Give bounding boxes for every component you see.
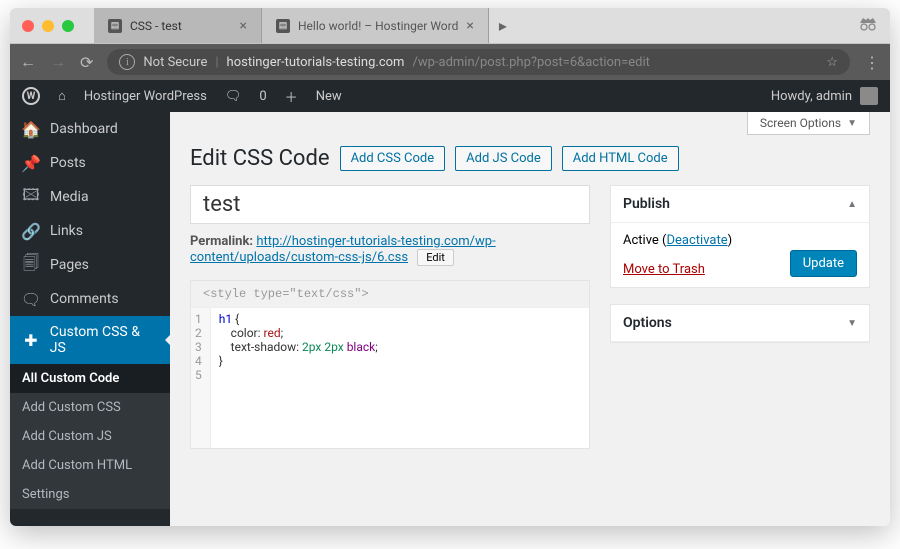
chevron-down-icon: ▼ xyxy=(847,118,857,129)
plus-circle-icon: ✚ xyxy=(22,331,40,349)
forward-button[interactable]: → xyxy=(50,52,66,72)
add-html-code-button[interactable]: Add HTML Code xyxy=(562,146,679,171)
submenu-add-js[interactable]: Add Custom JS xyxy=(10,422,170,451)
chevron-up-icon: ▲ xyxy=(847,199,857,210)
back-button[interactable]: ← xyxy=(20,52,36,72)
submenu-settings[interactable]: Settings xyxy=(10,480,170,509)
add-js-code-button[interactable]: Add JS Code xyxy=(455,146,552,171)
howdy-text[interactable]: Howdy, admin xyxy=(771,89,852,104)
page-title: Edit CSS Code xyxy=(190,146,330,171)
sidebar-item-custom-css-js[interactable]: ✚ Custom CSS & JS xyxy=(10,316,170,364)
menu-icon[interactable]: ⋮ xyxy=(864,53,880,72)
sidebar-item-media[interactable]: 🖾 Media xyxy=(10,180,170,214)
sidebar-item-label: Pages xyxy=(50,257,89,273)
not-secure-label: Not Secure xyxy=(143,55,207,70)
tab-title: CSS - test xyxy=(130,19,182,33)
screen-options-toggle[interactable]: Screen Options ▼ xyxy=(747,112,870,135)
options-heading[interactable]: Options▼ xyxy=(611,305,869,342)
sidebar-item-dashboard[interactable]: 🏠 Dashboard xyxy=(10,112,170,146)
status-active: Active xyxy=(623,233,659,248)
page-icon: 🗐 xyxy=(22,256,40,274)
url-domain: hostinger-tutorials-testing.com xyxy=(227,55,405,70)
move-to-trash-link[interactable]: Move to Trash xyxy=(623,262,705,277)
comment-count: 0 xyxy=(259,89,266,104)
submenu-add-html[interactable]: Add Custom HTML xyxy=(10,451,170,480)
media-icon: 🖾 xyxy=(22,188,40,206)
pin-icon: 📌 xyxy=(22,154,40,172)
wp-admin-bar: W ⌂ Hostinger WordPress 🗨 0 ＋ New Howdy,… xyxy=(10,80,890,112)
traffic-lights xyxy=(22,20,74,32)
sidebar-item-label: Posts xyxy=(50,155,86,171)
browser-toolbar: ← → ⟳ i Not Secure | hostinger-tutorials… xyxy=(10,44,890,80)
window-titlebar: ▤ CSS - test × ▤ Hello world! – Hostinge… xyxy=(10,8,890,44)
screen-options-label: Screen Options xyxy=(760,116,841,130)
site-name[interactable]: Hostinger WordPress xyxy=(84,89,207,104)
address-bar[interactable]: i Not Secure | hostinger-tutorials-testi… xyxy=(107,49,850,75)
comment-icon: 🗨 xyxy=(22,290,40,308)
info-icon[interactable]: i xyxy=(119,54,135,70)
chevron-down-icon: ▼ xyxy=(847,318,857,329)
reload-button[interactable]: ⟳ xyxy=(80,53,93,72)
deactivate-link[interactable]: Deactivate xyxy=(667,233,728,248)
sidebar-item-label: Dashboard xyxy=(50,121,118,137)
editor-header: <style type="text/css"> xyxy=(191,281,589,308)
code-content[interactable]: h1 { color: red; text-shadow: 2px 2px bl… xyxy=(211,308,386,448)
submenu-add-css[interactable]: Add Custom CSS xyxy=(10,393,170,422)
post-title-input[interactable] xyxy=(190,185,590,224)
sidebar-item-label: Custom CSS & JS xyxy=(50,324,158,356)
maximize-window-icon[interactable] xyxy=(62,20,74,32)
browser-tab-active[interactable]: ▤ CSS - test × xyxy=(94,8,262,43)
sidebar-item-links[interactable]: 🔗 Links xyxy=(10,214,170,248)
line-numbers: 12345 xyxy=(191,308,211,448)
sidebar-item-label: Media xyxy=(50,189,89,205)
comment-bubble-icon[interactable]: 🗨 xyxy=(225,89,242,104)
code-editor[interactable]: <style type="text/css"> 12345 h1 { color… xyxy=(190,280,590,449)
link-icon: 🔗 xyxy=(22,222,40,240)
new-label[interactable]: New xyxy=(316,89,342,104)
main-content: Screen Options ▼ Edit CSS Code Add CSS Co… xyxy=(170,112,890,526)
tab-title: Hello world! – Hostinger Word xyxy=(298,19,458,33)
submenu-all-custom-code[interactable]: All Custom Code xyxy=(10,364,170,393)
url-path: /wp-admin/post.php?post=6&action=edit xyxy=(412,55,649,70)
plus-icon[interactable]: ＋ xyxy=(285,87,298,106)
close-tab-icon[interactable]: × xyxy=(240,18,247,34)
incognito-icon xyxy=(858,16,878,35)
sidebar-item-posts[interactable]: 📌 Posts xyxy=(10,146,170,180)
bookmark-icon[interactable]: ☆ xyxy=(826,55,838,70)
options-box: Options▼ xyxy=(610,304,870,343)
browser-tab-inactive[interactable]: ▤ Hello world! – Hostinger Word × xyxy=(262,8,489,43)
sidebar-item-label: Links xyxy=(50,223,83,239)
publish-heading[interactable]: Publish▲ xyxy=(611,186,869,223)
file-icon: ▤ xyxy=(108,19,122,33)
add-css-code-button[interactable]: Add CSS Code xyxy=(340,146,446,171)
publish-box: Publish▲ Active (Deactivate) Move to Tra… xyxy=(610,185,870,288)
close-window-icon[interactable] xyxy=(22,20,34,32)
sidebar-item-label: Comments xyxy=(50,291,119,307)
gauge-icon: 🏠 xyxy=(22,120,40,138)
sidebar-item-pages[interactable]: 🗐 Pages xyxy=(10,248,170,282)
edit-permalink-button[interactable]: Edit xyxy=(417,249,454,266)
home-icon[interactable]: ⌂ xyxy=(58,88,66,104)
file-icon: ▤ xyxy=(276,19,290,33)
permalink-label: Permalink: xyxy=(190,234,253,249)
wordpress-logo-icon[interactable]: W xyxy=(22,87,40,105)
admin-sidebar: 🏠 Dashboard 📌 Posts 🖾 Media 🔗 Links 🗐 Pages 🗨… xyxy=(10,112,170,526)
avatar[interactable] xyxy=(860,87,878,105)
close-tab-icon[interactable]: × xyxy=(466,18,473,34)
update-button[interactable]: Update xyxy=(790,250,857,277)
new-tab-button[interactable]: ▸ xyxy=(489,8,517,43)
sidebar-item-comments[interactable]: 🗨 Comments xyxy=(10,282,170,316)
minimize-window-icon[interactable] xyxy=(42,20,54,32)
